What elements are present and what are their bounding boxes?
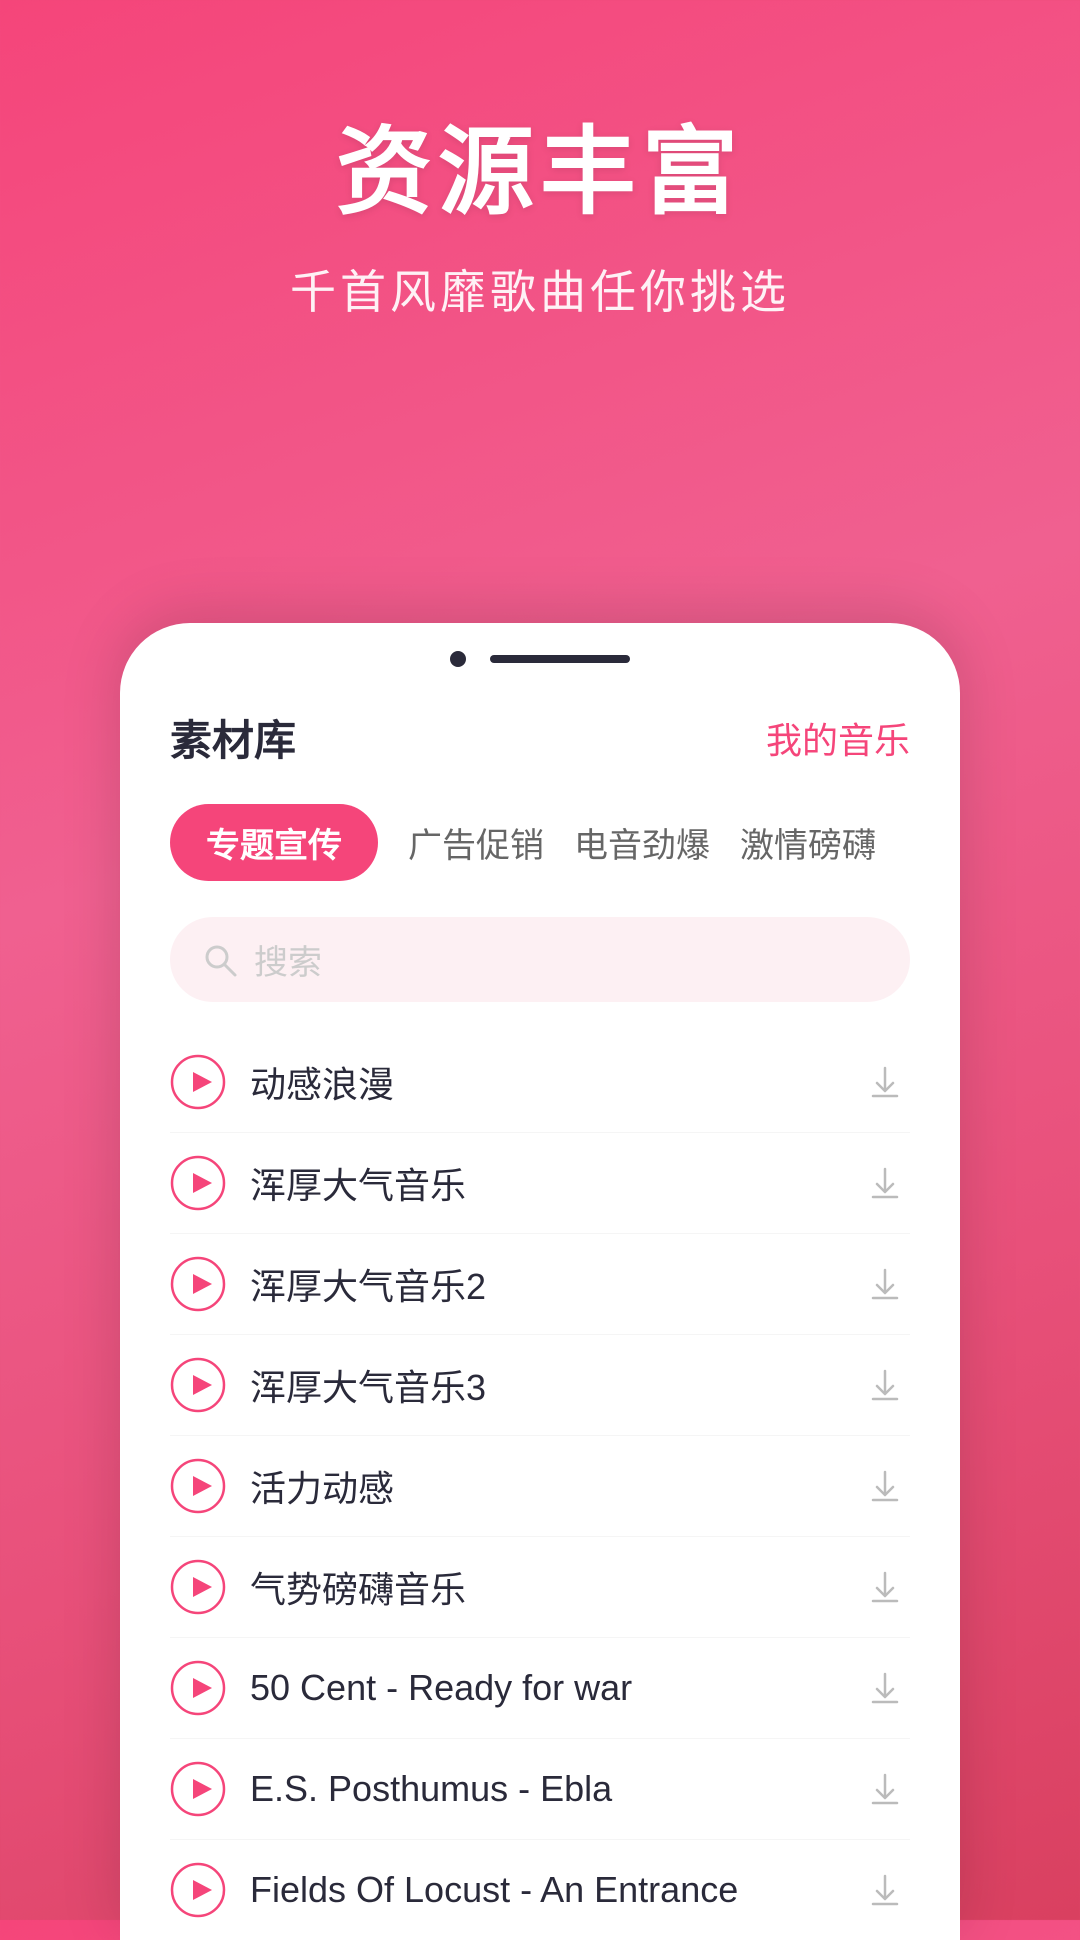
download-button[interactable] bbox=[860, 1865, 910, 1915]
song-title: 50 Cent - Ready for war bbox=[250, 1667, 836, 1709]
search-placeholder-text: 搜索 bbox=[254, 935, 322, 984]
song-title: 活力动感 bbox=[250, 1460, 836, 1512]
song-title: 浑厚大气音乐 bbox=[250, 1157, 836, 1209]
download-button[interactable] bbox=[860, 1259, 910, 1309]
song-title: Fields Of Locust - An Entrance bbox=[250, 1869, 836, 1911]
list-item: 活力动感 bbox=[170, 1436, 910, 1537]
tab-electronic[interactable]: 电音劲爆 bbox=[574, 804, 710, 881]
play-button[interactable] bbox=[170, 1761, 226, 1817]
song-title: 动感浪漫 bbox=[250, 1056, 836, 1108]
play-button[interactable] bbox=[170, 1256, 226, 1312]
list-item: 气势磅礴音乐 bbox=[170, 1537, 910, 1638]
tab-featured[interactable]: 专题宣传 bbox=[170, 804, 378, 881]
play-button[interactable] bbox=[170, 1155, 226, 1211]
hero-title: 资源丰富 bbox=[0, 120, 1080, 226]
play-button[interactable] bbox=[170, 1559, 226, 1615]
song-title: 气势磅礴音乐 bbox=[250, 1561, 836, 1613]
my-music-link[interactable]: 我的音乐 bbox=[766, 712, 910, 764]
list-item: 浑厚大气音乐 bbox=[170, 1133, 910, 1234]
tabs-row: 专题宣传 广告促销 电音劲爆 激情磅礴 bbox=[170, 804, 910, 881]
app-header: 素材库 我的音乐 bbox=[170, 707, 910, 768]
play-button[interactable] bbox=[170, 1862, 226, 1918]
list-item: 动感浪漫 bbox=[170, 1032, 910, 1133]
download-button[interactable] bbox=[860, 1057, 910, 1107]
list-item: 浑厚大气音乐3 bbox=[170, 1335, 910, 1436]
phone-mockup: 素材库 我的音乐 专题宣传 广告促销 电音劲爆 激情磅礴 搜索 bbox=[120, 623, 960, 1940]
download-button[interactable] bbox=[860, 1663, 910, 1713]
song-title: 浑厚大气音乐2 bbox=[250, 1258, 836, 1310]
download-button[interactable] bbox=[860, 1764, 910, 1814]
download-button[interactable] bbox=[860, 1461, 910, 1511]
download-button[interactable] bbox=[860, 1360, 910, 1410]
download-button[interactable] bbox=[860, 1562, 910, 1612]
hero-subtitle: 千首风靡歌曲任你挑选 bbox=[0, 256, 1080, 322]
tab-advertising[interactable]: 广告促销 bbox=[408, 804, 544, 881]
list-item: 50 Cent - Ready for war bbox=[170, 1638, 910, 1739]
download-button[interactable] bbox=[860, 1158, 910, 1208]
play-button[interactable] bbox=[170, 1357, 226, 1413]
play-button[interactable] bbox=[170, 1054, 226, 1110]
song-list: 动感浪漫 浑厚大气音乐 bbox=[170, 1032, 910, 1940]
phone-camera-dot bbox=[450, 651, 466, 667]
play-button[interactable] bbox=[170, 1660, 226, 1716]
search-icon bbox=[202, 942, 238, 978]
hero-section: 资源丰富 千首风靡歌曲任你挑选 bbox=[0, 0, 1080, 382]
library-title: 素材库 bbox=[170, 707, 296, 768]
list-item: E.S. Posthumus - Ebla bbox=[170, 1739, 910, 1840]
phone-home-indicator bbox=[490, 655, 630, 663]
song-title: E.S. Posthumus - Ebla bbox=[250, 1768, 836, 1810]
search-bar[interactable]: 搜索 bbox=[170, 917, 910, 1002]
play-button[interactable] bbox=[170, 1458, 226, 1514]
phone-top-bar bbox=[120, 623, 960, 687]
list-item: Fields Of Locust - An Entrance bbox=[170, 1840, 910, 1940]
app-content: 素材库 我的音乐 专题宣传 广告促销 电音劲爆 激情磅礴 搜索 bbox=[120, 687, 960, 1940]
song-title: 浑厚大气音乐3 bbox=[250, 1359, 836, 1411]
list-item: 浑厚大气音乐2 bbox=[170, 1234, 910, 1335]
tab-epic[interactable]: 激情磅礴 bbox=[740, 804, 876, 881]
